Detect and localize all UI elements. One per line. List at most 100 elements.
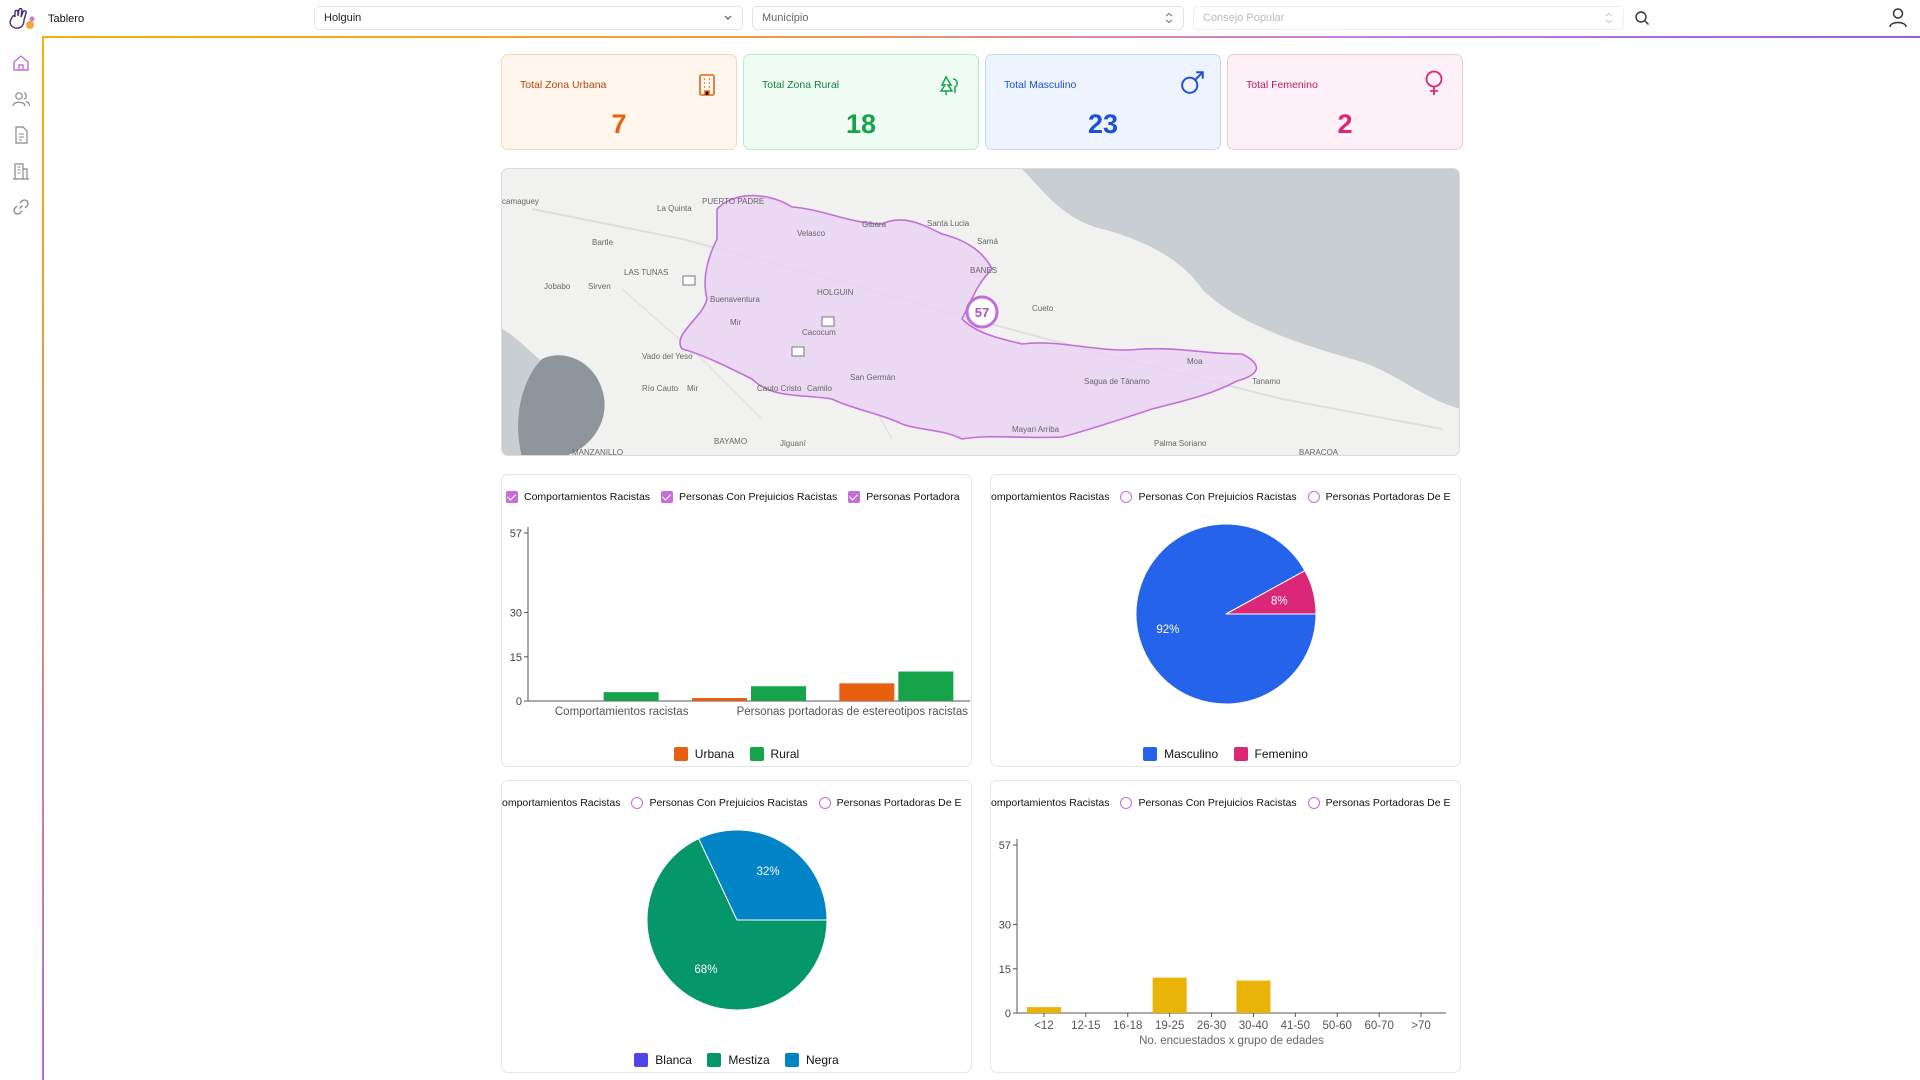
- legend-label: Femenino: [1254, 747, 1308, 761]
- filter-comportamientos[interactable]: Comportamientos Racistas: [506, 491, 650, 503]
- y-tick-label: 0: [1005, 1008, 1011, 1020]
- filter-portadoras[interactable]: Personas Portadoras De E: [1307, 491, 1451, 503]
- filter-comportamientos[interactable]: omportamientos Racistas: [502, 797, 620, 809]
- home-icon[interactable]: [11, 53, 31, 73]
- filter-comportamientos[interactable]: omportamientos Racistas: [991, 797, 1109, 809]
- y-tick-label: 0: [516, 696, 522, 708]
- x-tick-label: 60-70: [1364, 1020, 1393, 1032]
- map-place-label: PUERTO PADRE: [702, 197, 764, 206]
- filter-label: omportamientos Racistas: [502, 797, 621, 809]
- map-place-label: BARACOA: [1299, 448, 1339, 456]
- map-place-label: Jiguaní: [780, 439, 807, 448]
- y-tick-label: 30: [510, 608, 522, 620]
- stat-value: 18: [845, 109, 877, 139]
- legend-item-negra[interactable]: Negra: [785, 1053, 839, 1067]
- stat-value: 23: [1087, 109, 1119, 139]
- document-icon[interactable]: [11, 125, 31, 145]
- bar-urbana: [692, 698, 747, 701]
- chart-legend: Urbana Rural: [502, 747, 971, 764]
- checkbox-checked-icon[interactable]: [661, 491, 674, 503]
- filter-prejuicios[interactable]: Personas Con Prejuicios Racistas: [1120, 491, 1297, 503]
- map-place-label: Jobabo: [544, 282, 571, 291]
- x-tick-label: 41-50: [1281, 1020, 1310, 1032]
- user-icon[interactable]: [1888, 7, 1908, 29]
- hand-logo-icon[interactable]: [6, 8, 36, 32]
- filter-label: omportamientos Racistas: [991, 797, 1110, 809]
- legend-item-mestiza[interactable]: Mestiza: [707, 1053, 770, 1067]
- y-tick-label: 15: [510, 652, 522, 664]
- pie-label-mestiza: 68%: [694, 964, 717, 976]
- male-icon: [1181, 71, 1204, 94]
- filter-label: Comportamientos Racistas: [524, 491, 651, 503]
- filter-label: Personas Con Prejuicios Racistas: [1138, 491, 1297, 503]
- legend-item-masculino[interactable]: Masculino: [1143, 747, 1218, 761]
- map-place-label: Río Cauto: [642, 384, 679, 393]
- legend-item-rural[interactable]: Rural: [749, 747, 799, 761]
- filter-row: Comportamientos Racistas Personas Con Pr…: [506, 491, 971, 503]
- map-place-label: San Germán: [850, 373, 895, 382]
- stat-value: 7: [611, 109, 627, 139]
- map-place-label: Cacocum: [802, 328, 836, 337]
- consejo-placeholder: Consejo Popular: [1203, 12, 1285, 24]
- x-tick-label: Personas portadoras de estereotipos raci…: [737, 706, 969, 718]
- map-place-label: La Quinta: [657, 204, 692, 213]
- app-title: Tablero: [48, 13, 85, 25]
- link-icon[interactable]: [11, 197, 31, 217]
- map-view[interactable]: 57 camaguey PUERTO PADRE La Quinta Bartl…: [501, 168, 1460, 456]
- filter-portadoras[interactable]: Personas Portadora: [848, 491, 960, 503]
- pie-label-femenino: 8%: [1271, 595, 1288, 607]
- stat-label: Total Femenino: [1246, 79, 1318, 91]
- map-place-label: camaguey: [502, 197, 539, 206]
- filter-prejuicios[interactable]: Personas Con Prejuicios Racistas: [661, 491, 837, 503]
- bar-chart-zona: 0 15 30 57 Comportamientos racistas Personas …: [510, 527, 970, 718]
- filter-portadoras[interactable]: Personas Portadoras De E: [818, 797, 962, 809]
- x-tick-label: 50-60: [1323, 1020, 1352, 1032]
- legend-label: Urbana: [694, 747, 735, 761]
- top-bar: Tablero Holguin Municipio Consejo Popula…: [0, 0, 1920, 37]
- legend-item-femenino[interactable]: Femenino: [1233, 747, 1308, 761]
- map-place-label: Camilo: [807, 384, 832, 393]
- municipio-select[interactable]: Municipio: [752, 6, 1184, 30]
- radio-icon[interactable]: [1120, 797, 1133, 809]
- female-icon: [1425, 70, 1443, 95]
- search-icon[interactable]: [1634, 10, 1650, 26]
- legend-item-urbana[interactable]: Urbana: [673, 747, 735, 761]
- chevron-up-down-icon: [1165, 12, 1173, 24]
- users-icon[interactable]: [11, 89, 31, 109]
- filter-comportamientos[interactable]: omportamientos Racistas: [991, 491, 1109, 503]
- y-tick-label: 30: [999, 920, 1011, 932]
- radio-icon[interactable]: [818, 797, 831, 809]
- map-cluster-count[interactable]: 57: [975, 305, 989, 320]
- filter-portadoras[interactable]: Personas Portadoras De E: [1307, 797, 1451, 809]
- map-place-label: HOLGUIN: [817, 288, 854, 297]
- province-select[interactable]: Holguin: [314, 6, 743, 30]
- legend-item-blanca[interactable]: Blanca: [634, 1053, 692, 1067]
- map-place-label: Velasco: [797, 229, 826, 238]
- stat-label: Total Zona Urbana: [520, 79, 607, 91]
- consejo-select[interactable]: Consejo Popular: [1193, 6, 1624, 30]
- checkbox-checked-icon[interactable]: [848, 491, 861, 503]
- filter-label: Personas Con Prejuicios Racistas: [649, 797, 808, 809]
- legend-swatch: [707, 1053, 722, 1067]
- chart-panel-zona: Comportamientos Racistas Personas Con Pr…: [501, 474, 972, 767]
- stat-card-femenino: Total Femenino 2: [1227, 54, 1463, 150]
- stat-value: 2: [1337, 109, 1353, 139]
- filter-prejuicios[interactable]: Personas Con Prejuicios Racistas: [1120, 797, 1297, 809]
- building-icon[interactable]: [11, 161, 31, 181]
- checkbox-checked-icon[interactable]: [506, 491, 518, 503]
- filter-row: omportamientos Racistas Personas Con Pre…: [991, 797, 1460, 809]
- chart-panel-sexo: omportamientos Racistas Personas Con Pre…: [990, 474, 1461, 767]
- map-place-label: BAYAMO: [714, 437, 747, 446]
- radio-icon[interactable]: [1307, 491, 1320, 503]
- chart-legend: Blanca Mestiza Negra: [502, 1053, 971, 1070]
- radio-icon[interactable]: [1307, 797, 1320, 809]
- map-place-label: Sirven: [588, 282, 611, 291]
- radio-icon[interactable]: [631, 797, 644, 809]
- filter-prejuicios[interactable]: Personas Con Prejuicios Racistas: [631, 797, 808, 809]
- filter-label: Personas Portadoras De E: [1325, 491, 1451, 503]
- legend-label: Masculino: [1164, 747, 1219, 761]
- x-tick-label: 16-18: [1113, 1020, 1142, 1032]
- radio-icon[interactable]: [1120, 491, 1133, 503]
- map-place-label: Buenaventura: [710, 295, 760, 304]
- legend-swatch: [673, 747, 688, 761]
